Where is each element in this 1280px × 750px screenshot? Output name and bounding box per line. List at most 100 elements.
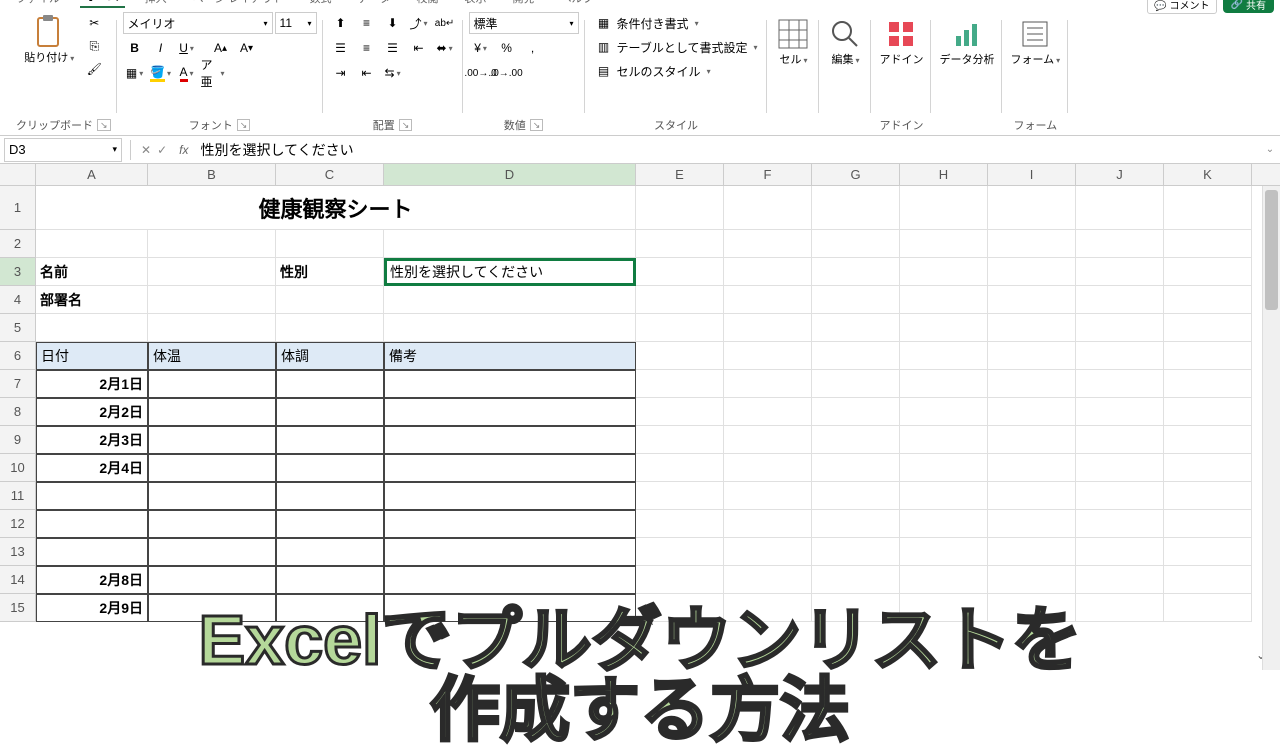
phonetic-button[interactable]: ア亜 [201,62,225,84]
cell[interactable] [636,186,724,230]
cell[interactable] [384,314,636,342]
cell[interactable] [724,286,812,314]
currency-button[interactable]: ¥ [469,37,493,59]
cell[interactable] [1076,426,1164,454]
cell[interactable] [988,510,1076,538]
number-format-combo[interactable]: 標準▾ [469,12,579,34]
vertical-scrollbar[interactable] [1262,186,1280,670]
cell[interactable] [812,398,900,426]
tab-home[interactable]: ホーム [80,0,125,8]
active-cell[interactable]: 性別を選択してください [384,258,636,286]
cell[interactable] [724,370,812,398]
cell[interactable] [636,482,724,510]
cell[interactable] [1164,426,1252,454]
cell[interactable] [900,482,988,510]
cell[interactable] [384,398,636,426]
cell[interactable] [1164,482,1252,510]
col-I[interactable]: I [988,164,1076,185]
cell[interactable] [724,426,812,454]
row-11[interactable]: 11 [0,482,35,510]
cell[interactable] [276,566,384,594]
cell[interactable] [1076,186,1164,230]
cell[interactable] [636,342,724,370]
cell[interactable] [276,594,384,622]
cell[interactable] [1076,594,1164,622]
data-analysis-button[interactable]: データ分析 [931,12,1002,70]
cell[interactable] [384,230,636,258]
cell[interactable] [812,566,900,594]
addin-button[interactable]: アドイン [871,12,931,70]
font-size-combo[interactable]: 11▾ [275,12,317,34]
col-C[interactable]: C [276,164,384,185]
cell[interactable] [36,314,148,342]
cell[interactable] [900,286,988,314]
formula-input[interactable] [194,142,1260,158]
cell[interactable] [724,538,812,566]
cell[interactable] [276,538,384,566]
tab-dev[interactable]: 開発 [507,0,541,8]
cell[interactable] [988,370,1076,398]
paste-button[interactable]: 貼り付け [20,12,78,67]
cell[interactable] [812,258,900,286]
cell[interactable] [636,314,724,342]
cell[interactable] [148,314,276,342]
cell[interactable] [384,594,636,622]
cell[interactable] [812,454,900,482]
cell[interactable]: 備考 [384,342,636,370]
format-painter-button[interactable]: 🖌 [82,58,106,80]
cell[interactable] [1164,230,1252,258]
cell[interactable] [988,454,1076,482]
cell[interactable]: 性別 [276,258,384,286]
cell[interactable] [900,398,988,426]
row-7[interactable]: 7 [0,370,35,398]
cell[interactable] [1164,186,1252,230]
cell[interactable] [148,370,276,398]
underline-button[interactable]: U [175,37,199,59]
cell[interactable] [1164,594,1252,622]
cell[interactable] [812,342,900,370]
cell[interactable] [900,538,988,566]
cell[interactable] [1076,482,1164,510]
cell[interactable] [384,482,636,510]
align-left-button[interactable]: ☰ [329,37,353,59]
cell[interactable] [724,510,812,538]
cell[interactable] [812,426,900,454]
col-G[interactable]: G [812,164,900,185]
col-H[interactable]: H [900,164,988,185]
cell[interactable] [1076,342,1164,370]
row-2[interactable]: 2 [0,230,35,258]
row-14[interactable]: 14 [0,566,35,594]
cell[interactable] [276,286,384,314]
col-B[interactable]: B [148,164,276,185]
cell[interactable] [636,538,724,566]
cancel-icon[interactable]: ✕ [141,143,151,157]
form-button[interactable]: フォーム [1002,12,1068,71]
percent-button[interactable]: % [495,37,519,59]
cell[interactable] [988,314,1076,342]
name-box[interactable]: D3▾ [4,138,122,162]
cell[interactable] [724,258,812,286]
cell[interactable] [636,454,724,482]
select-all-corner[interactable] [0,164,36,185]
cell[interactable]: 体温 [148,342,276,370]
tab-help[interactable]: ヘルプ [555,0,600,8]
cell[interactable] [384,426,636,454]
cell[interactable] [148,510,276,538]
wrap-text-button[interactable]: ab↵ [433,12,457,34]
cell[interactable]: 部署名 [36,286,148,314]
copy-button[interactable]: ⎘ [82,35,106,57]
row-10[interactable]: 10 [0,454,35,482]
tab-review[interactable]: 校閲 [411,0,445,8]
col-D[interactable]: D [384,164,636,185]
cell[interactable] [276,314,384,342]
cell[interactable] [1164,454,1252,482]
cell[interactable] [384,510,636,538]
tab-formula[interactable]: 数式 [304,0,338,8]
orientation-button[interactable]: ⤴ [407,12,431,34]
cell[interactable] [1076,314,1164,342]
cell[interactable] [148,230,276,258]
format-as-table-button[interactable]: ▥テーブルとして書式設定 [591,36,762,58]
cell[interactable] [1076,454,1164,482]
cell[interactable] [1076,370,1164,398]
cell[interactable] [148,426,276,454]
